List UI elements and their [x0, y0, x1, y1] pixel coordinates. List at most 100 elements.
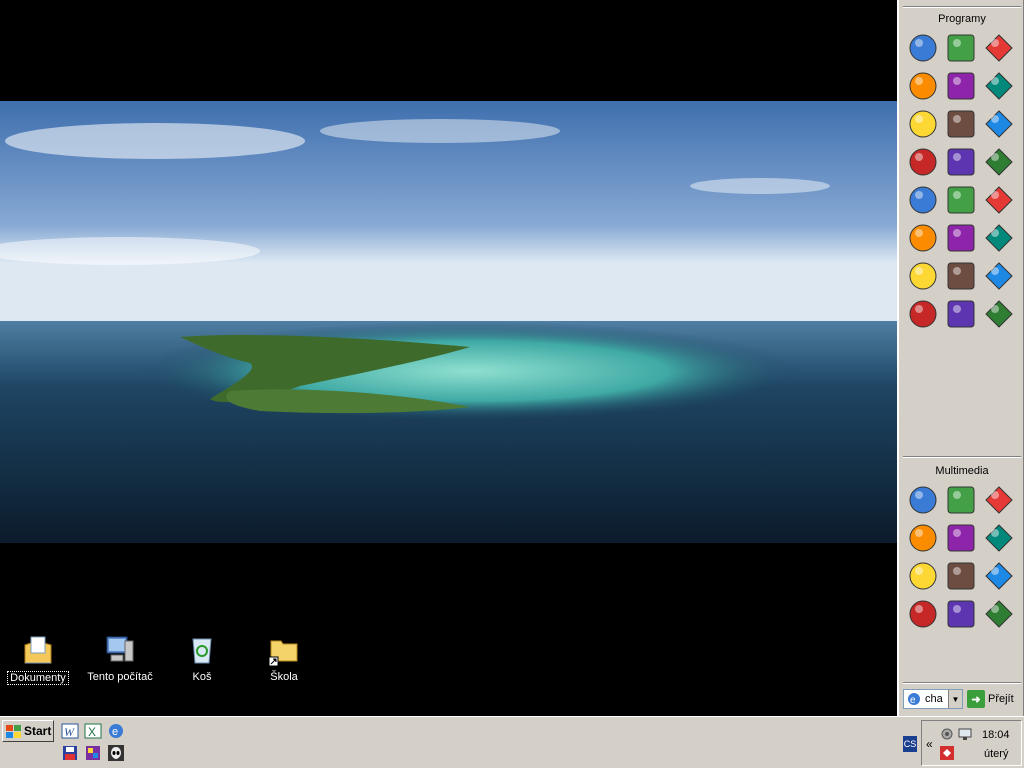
lifebuoy-icon	[985, 600, 1013, 628]
dosbox-icon	[985, 148, 1013, 176]
tray-expand-chevron[interactable]: «	[926, 737, 933, 751]
launcher-lifebuoy[interactable]	[980, 595, 1018, 633]
launcher-notepad-info[interactable]	[904, 219, 942, 257]
quick-launch-save[interactable]	[61, 744, 79, 762]
desktop-icon-kos[interactable]: Koš	[166, 633, 238, 683]
start-button[interactable]: Start	[2, 720, 54, 742]
launcher-red-splat[interactable]	[904, 557, 942, 595]
launcher-cd-disc[interactable]	[942, 219, 980, 257]
launcher-dosbox[interactable]	[980, 143, 1018, 181]
firefox-icon	[985, 224, 1013, 252]
launcher-dreamweaver[interactable]	[980, 67, 1018, 105]
launcher-lexicon[interactable]	[942, 143, 980, 181]
clock-day: úterý	[984, 748, 1009, 760]
multimedia-divider	[903, 456, 1021, 458]
launcher-cd-logo[interactable]	[980, 181, 1018, 219]
launcher-feather[interactable]	[904, 481, 942, 519]
launcher-racing-game[interactable]	[942, 181, 980, 219]
winamp-bolt-icon	[909, 72, 937, 100]
tools-icon	[985, 110, 1013, 138]
launcher-burning-disc[interactable]	[942, 105, 980, 143]
lexicon-icon	[947, 148, 975, 176]
red-splat-icon	[909, 562, 937, 590]
launcher-blue-crab[interactable]	[980, 557, 1018, 595]
launcher-flask[interactable]	[942, 595, 980, 633]
internet-explorer-icon: e	[906, 691, 922, 707]
alien-mask-icon	[108, 745, 124, 761]
acrobat-reader-icon	[985, 34, 1013, 62]
launcher-opera[interactable]	[904, 257, 942, 295]
system-tool-icon	[947, 72, 975, 100]
launcher-internet-explorer[interactable]	[904, 29, 942, 67]
programs-divider	[903, 6, 1021, 8]
launcher-half-life[interactable]	[980, 295, 1018, 333]
multimedia-title: Multimedia	[935, 465, 989, 477]
launcher-firefox[interactable]	[980, 219, 1018, 257]
programs-grid	[904, 29, 1018, 333]
photo-album-icon	[947, 562, 975, 590]
internet-explorer-icon: e	[109, 724, 123, 738]
antivirus-icon[interactable]	[940, 746, 954, 760]
clock-time[interactable]: 18:04	[982, 729, 1010, 741]
feather-icon	[909, 486, 937, 514]
launcher-tools[interactable]	[980, 105, 1018, 143]
launcher-acrobat-reader[interactable]	[980, 29, 1018, 67]
desktop-icon-dokumenty[interactable]: Dokumenty	[2, 633, 74, 685]
window-manager-icon	[909, 186, 937, 214]
go-arrow-icon: ➜	[967, 690, 985, 708]
launcher-winamp-bolt[interactable]	[904, 67, 942, 105]
launcher-sync-arrows[interactable]	[904, 519, 942, 557]
orange-diamond-icon	[947, 524, 975, 552]
quick-launch-alien[interactable]	[107, 744, 125, 762]
racing-game-icon	[947, 186, 975, 214]
desktop: Dokumenty Tento počítač Koš Škola	[0, 0, 897, 716]
wallpaper-image	[0, 101, 897, 543]
launcher-window-manager[interactable]	[904, 181, 942, 219]
language-indicator[interactable]: CS	[903, 736, 917, 752]
desktop-icon-skola[interactable]: Škola	[248, 633, 320, 683]
launcher-recycle-bin[interactable]	[904, 143, 942, 181]
calculator-app-icon	[909, 300, 937, 328]
folder-shortcut-icon	[267, 633, 301, 667]
launcher-dancer[interactable]	[942, 481, 980, 519]
launcher-paint[interactable]	[980, 257, 1018, 295]
quick-launch-panel: Programy Multimedia e cha ▼ ➜ Přejít	[897, 0, 1024, 716]
address-combo[interactable]: e cha ▼	[903, 689, 963, 709]
launcher-photo-album[interactable]	[942, 557, 980, 595]
launcher-alien-mask[interactable]	[980, 519, 1018, 557]
volume-icon[interactable]	[940, 727, 954, 741]
launcher-calculator-app[interactable]	[904, 295, 942, 333]
quick-launch-word[interactable]: W	[61, 722, 79, 740]
launcher-purple-circle[interactable]	[904, 595, 942, 633]
launcher-ie-green-e[interactable]	[942, 29, 980, 67]
paint-icon	[985, 262, 1013, 290]
opera-icon	[909, 262, 937, 290]
quick-launch-excel[interactable]: X	[84, 722, 102, 740]
go-button[interactable]: ➜ Přejít	[967, 689, 1023, 709]
address-bar: e cha ▼ ➜ Přejít	[903, 689, 1021, 711]
launcher-orange-diamond[interactable]	[942, 519, 980, 557]
launcher-game-creature[interactable]	[942, 295, 980, 333]
network-icon[interactable]	[958, 727, 972, 741]
quick-launch-ie[interactable]: e	[107, 722, 125, 740]
quick-launch-paint[interactable]	[84, 744, 102, 762]
launcher-globe[interactable]	[942, 257, 980, 295]
my-documents-icon	[21, 633, 55, 667]
svg-text:W: W	[64, 725, 75, 739]
half-life-icon	[985, 300, 1013, 328]
desktop-icon-tento-pocitac[interactable]: Tento počítač	[84, 633, 156, 683]
alien-mask-icon	[985, 524, 1013, 552]
launcher-system-tool[interactable]	[942, 67, 980, 105]
address-dropdown-button[interactable]: ▼	[948, 690, 962, 708]
address-divider	[903, 682, 1021, 684]
globe-icon	[947, 262, 975, 290]
red-arrow-icon	[985, 486, 1013, 514]
address-input[interactable]: cha	[925, 693, 948, 705]
my-computer-icon	[103, 633, 137, 667]
paint-icon	[86, 746, 100, 760]
launcher-red-arrow[interactable]	[980, 481, 1018, 519]
launcher-fireworks[interactable]	[904, 105, 942, 143]
flask-icon	[947, 600, 975, 628]
internet-explorer-icon	[909, 34, 937, 62]
system-tray: « 18:04 úterý	[921, 720, 1022, 766]
